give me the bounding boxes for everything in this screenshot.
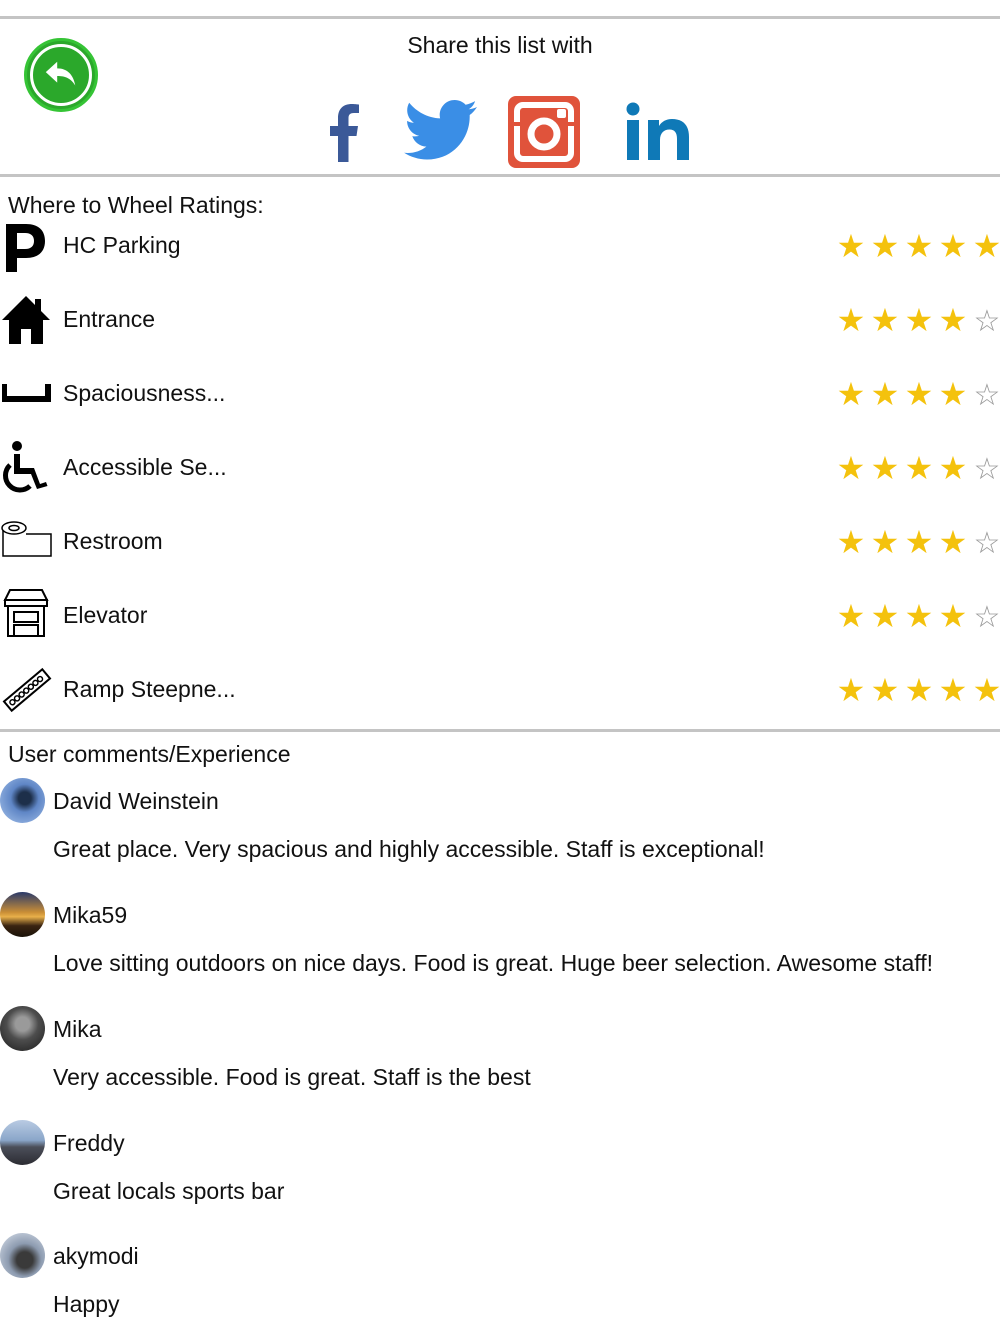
star-filled-icon[interactable]: ★ — [936, 522, 970, 562]
comment-author[interactable]: akymodi — [53, 1243, 139, 1270]
star-rating[interactable]: ★ ★ ★ ★ ★ — [834, 226, 1000, 266]
star-filled-icon[interactable]: ★ — [936, 670, 970, 710]
rating-label: Entrance — [63, 306, 156, 332]
parking-icon — [0, 216, 54, 276]
avatar[interactable] — [0, 892, 45, 937]
comment-item: Mika59 Love sitting outdoors on nice day… — [0, 892, 1000, 1002]
star-filled-icon[interactable]: ★ — [868, 226, 902, 266]
elevator-icon — [0, 586, 54, 646]
comment-text: Great locals sports bar — [53, 1178, 285, 1204]
wheelchair-icon — [0, 438, 54, 498]
star-filled-icon[interactable]: ★ — [902, 670, 936, 710]
star-filled-icon[interactable]: ★ — [902, 300, 936, 340]
star-empty-icon[interactable]: ☆ — [970, 450, 1000, 488]
avatar[interactable] — [0, 1120, 45, 1165]
star-filled-icon[interactable]: ★ — [902, 596, 936, 636]
star-rating[interactable]: ★ ★ ★ ★ ☆ — [834, 522, 1000, 562]
instagram-icon[interactable] — [508, 96, 580, 168]
rating-row-spaciousness: Spaciousness... ★ ★ ★ ★ ☆ — [0, 364, 1000, 424]
star-filled-icon[interactable]: ★ — [834, 596, 868, 636]
rating-label: Ramp Steepne... — [63, 676, 236, 702]
star-filled-icon[interactable]: ★ — [834, 670, 868, 710]
star-filled-icon[interactable]: ★ — [970, 670, 1000, 710]
top-divider — [0, 16, 1000, 19]
rating-label: HC Parking — [63, 232, 181, 258]
star-filled-icon[interactable]: ★ — [902, 374, 936, 414]
star-filled-icon[interactable]: ★ — [936, 300, 970, 340]
star-filled-icon[interactable]: ★ — [936, 448, 970, 488]
comment-author[interactable]: Mika — [53, 1016, 102, 1043]
rating-row-elevator: Elevator ★ ★ ★ ★ ☆ — [0, 586, 1000, 646]
star-empty-icon[interactable]: ☆ — [970, 598, 1000, 636]
header-divider — [0, 174, 1000, 177]
star-empty-icon[interactable]: ☆ — [970, 302, 1000, 340]
comment-item: David Weinstein Great place. Very spacio… — [0, 778, 1000, 888]
star-filled-icon[interactable]: ★ — [936, 596, 970, 636]
star-filled-icon[interactable]: ★ — [834, 522, 868, 562]
rating-label: Restroom — [63, 528, 163, 554]
share-title: Share this list with — [407, 32, 593, 58]
star-filled-icon[interactable]: ★ — [834, 226, 868, 266]
rating-label: Spaciousness... — [63, 380, 226, 406]
toilet-paper-icon — [0, 512, 54, 572]
undo-arrow-icon — [45, 61, 76, 86]
star-filled-icon[interactable]: ★ — [936, 226, 970, 266]
star-rating[interactable]: ★ ★ ★ ★ ☆ — [834, 596, 1000, 636]
star-rating[interactable]: ★ ★ ★ ★ ☆ — [834, 374, 1000, 414]
rating-label: Accessible Se... — [63, 454, 227, 480]
comment-text: Love sitting outdoors on nice days. Food… — [53, 950, 934, 976]
ratings-divider — [0, 729, 1000, 732]
comment-author[interactable]: Mika59 — [53, 902, 127, 929]
star-filled-icon[interactable]: ★ — [902, 226, 936, 266]
star-filled-icon[interactable]: ★ — [834, 448, 868, 488]
star-filled-icon[interactable]: ★ — [868, 522, 902, 562]
star-filled-icon[interactable]: ★ — [902, 448, 936, 488]
rating-row-restroom: Restroom ★ ★ ★ ★ ☆ — [0, 512, 1000, 572]
house-icon — [0, 290, 54, 350]
linkedin-icon[interactable] — [626, 102, 692, 160]
rating-row-hc-parking: HC Parking ★ ★ ★ ★ ★ — [0, 216, 1000, 276]
facebook-icon[interactable] — [326, 102, 362, 162]
star-filled-icon[interactable]: ★ — [868, 448, 902, 488]
rating-row-entrance: Entrance ★ ★ ★ ★ ☆ — [0, 290, 1000, 350]
star-filled-icon[interactable]: ★ — [902, 522, 936, 562]
twitter-icon[interactable] — [404, 100, 478, 162]
ramp-icon — [0, 660, 54, 720]
star-empty-icon[interactable]: ☆ — [970, 376, 1000, 414]
avatar[interactable] — [0, 1233, 45, 1278]
star-filled-icon[interactable]: ★ — [834, 374, 868, 414]
comment-author[interactable]: Freddy — [53, 1130, 125, 1157]
rating-row-ramp-steepness: Ramp Steepne... ★ ★ ★ ★ ★ — [0, 660, 1000, 720]
star-filled-icon[interactable]: ★ — [868, 374, 902, 414]
star-filled-icon[interactable]: ★ — [868, 300, 902, 340]
comment-text: Happy — [53, 1291, 120, 1317]
star-filled-icon[interactable]: ★ — [834, 300, 868, 340]
comments-title: User comments/Experience — [8, 741, 291, 767]
width-icon — [0, 364, 54, 424]
avatar[interactable] — [0, 778, 45, 823]
star-empty-icon[interactable]: ☆ — [970, 524, 1000, 562]
ratings-title: Where to Wheel Ratings: — [8, 192, 264, 218]
comment-author[interactable]: David Weinstein — [53, 788, 219, 815]
star-filled-icon[interactable]: ★ — [970, 226, 1000, 266]
comment-item: akymodi Happy — [0, 1233, 1000, 1343]
star-rating[interactable]: ★ ★ ★ ★ ★ — [834, 670, 1000, 710]
star-filled-icon[interactable]: ★ — [936, 374, 970, 414]
comment-text: Very accessible. Food is great. Staff is… — [53, 1064, 531, 1090]
comment-item: Freddy Great locals sports bar — [0, 1120, 1000, 1230]
rating-label: Elevator — [63, 602, 148, 628]
comment-text: Great place. Very spacious and highly ac… — [53, 836, 765, 862]
rating-row-accessible-seating: Accessible Se... ★ ★ ★ ★ ☆ — [0, 438, 1000, 498]
comment-item: Mika Very accessible. Food is great. Sta… — [0, 1006, 1000, 1116]
star-filled-icon[interactable]: ★ — [868, 670, 902, 710]
star-filled-icon[interactable]: ★ — [868, 596, 902, 636]
star-rating[interactable]: ★ ★ ★ ★ ☆ — [834, 448, 1000, 488]
star-rating[interactable]: ★ ★ ★ ★ ☆ — [834, 300, 1000, 340]
avatar[interactable] — [0, 1006, 45, 1051]
